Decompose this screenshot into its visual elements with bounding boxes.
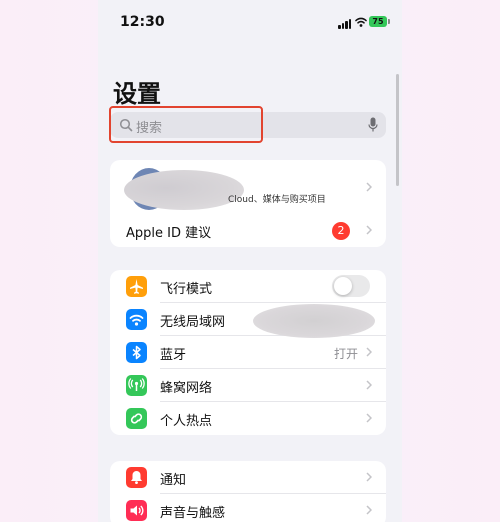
chevron-right-icon bbox=[366, 182, 372, 192]
bluetooth-label: 蓝牙 bbox=[160, 348, 187, 363]
scrollbar[interactable] bbox=[396, 74, 399, 186]
bell-icon bbox=[126, 467, 147, 488]
chevron-right-icon bbox=[366, 505, 372, 515]
speaker-icon bbox=[126, 500, 147, 521]
cellular-label: 蜂窝网络 bbox=[160, 381, 213, 396]
battery-icon: 75 bbox=[369, 16, 390, 27]
cellular-icon bbox=[126, 375, 147, 396]
cellular-signal-icon bbox=[338, 18, 352, 29]
chevron-right-icon bbox=[366, 225, 372, 235]
wifi-label: 无线局域网 bbox=[160, 315, 226, 330]
page-title: 设置 bbox=[113, 80, 161, 108]
chevron-right-icon bbox=[366, 380, 372, 390]
sounds-row[interactable]: 声音与触感 bbox=[110, 494, 386, 522]
profile-name-redacted bbox=[124, 170, 244, 210]
status-time: 12:30 bbox=[120, 14, 165, 30]
notification-badge: 2 bbox=[332, 222, 350, 240]
chevron-right-icon bbox=[366, 413, 372, 423]
bluetooth-row[interactable]: 蓝牙 打开 bbox=[110, 336, 386, 369]
search-highlight-box bbox=[109, 106, 263, 143]
bluetooth-status: 打开 bbox=[333, 347, 358, 361]
wifi-network-name-redacted bbox=[253, 304, 375, 338]
airplane-mode-label: 飞行模式 bbox=[160, 282, 213, 297]
apple-id-suggestion-label: Apple ID 建议 bbox=[126, 226, 212, 241]
notifications-label: 通知 bbox=[160, 473, 187, 488]
notifications-row[interactable]: 通知 bbox=[110, 461, 386, 494]
profile-row[interactable]: Cloud、媒体与购买项目 bbox=[110, 160, 386, 214]
status-bar: 12:30 75 bbox=[98, 0, 402, 46]
hotspot-row[interactable]: 个人热点 bbox=[110, 402, 386, 435]
notifications-group: 通知 声音与触感 bbox=[110, 461, 386, 522]
wifi-icon bbox=[126, 309, 147, 330]
connectivity-group: 飞行模式 无线局域网 蓝牙 打开 蜂窝网络 个人热点 bbox=[110, 270, 386, 435]
wifi-status-icon bbox=[355, 17, 367, 27]
cellular-row[interactable]: 蜂窝网络 bbox=[110, 369, 386, 402]
airplane-mode-row[interactable]: 飞行模式 bbox=[110, 270, 386, 303]
sounds-label: 声音与触感 bbox=[160, 506, 226, 521]
chevron-right-icon bbox=[366, 472, 372, 482]
bluetooth-icon bbox=[126, 342, 147, 363]
profile-subtitle: Cloud、媒体与购买项目 bbox=[228, 195, 326, 205]
airplane-mode-toggle[interactable] bbox=[332, 275, 370, 297]
profile-group: Cloud、媒体与购买项目 Apple ID 建议 2 bbox=[110, 160, 386, 247]
apple-id-suggestion-row[interactable]: Apple ID 建议 2 bbox=[110, 214, 386, 247]
microphone-icon[interactable] bbox=[368, 117, 378, 133]
chevron-right-icon bbox=[366, 347, 372, 357]
hotspot-label: 个人热点 bbox=[160, 414, 213, 429]
settings-screen: 12:30 75 设置 搜索 Cloud、媒体与购买项目 Apple ID 建议… bbox=[98, 0, 402, 522]
hotspot-icon bbox=[126, 408, 147, 429]
airplane-icon bbox=[126, 276, 147, 297]
